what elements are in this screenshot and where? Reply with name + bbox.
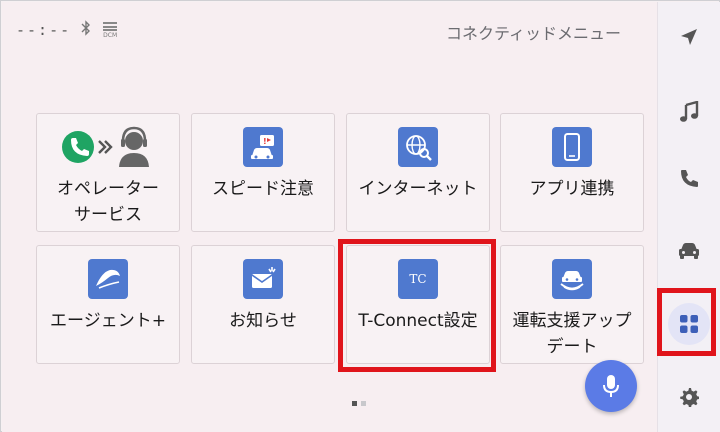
agent-icon [88,259,128,299]
sidebar-item-music[interactable] [669,92,709,132]
sidebar [657,2,720,432]
page-dot [361,401,366,406]
tile-label: アプリ連携 [529,179,615,199]
mail-notification-icon [243,259,283,299]
smartphone-icon [552,127,592,167]
dcm-label: DCM [103,31,118,39]
speed-warning-icon: ! [243,127,283,167]
tile-label: エージェント+ [50,311,166,331]
tile-label: お知らせ [229,311,297,331]
sidebar-item-settings[interactable] [669,377,709,417]
svg-text:!: ! [263,137,267,146]
tile-label: スピード注意 [212,179,314,199]
tile-t-connect-settings[interactable]: TC T-Connect設定 [346,245,490,364]
driving-support-update-icon [552,259,592,299]
bluetooth-icon [81,20,91,40]
page-dot-active [352,401,357,406]
clock: --:-- [16,21,72,39]
internet-globe-icon [398,127,438,167]
sidebar-item-phone[interactable] [669,158,709,198]
car-icon [679,243,699,259]
microphone-icon [603,375,619,397]
tile-agent-plus[interactable]: エージェント+ [36,245,180,364]
main-area: --:-- DCM コネクティッドメニュー オペレーター サービス ! スピード… [2,2,657,432]
page-indicator [352,401,366,406]
tile-driving-support-update[interactable]: 運転支援アップ デート [500,245,644,364]
voice-assistant-button[interactable] [585,360,637,412]
tile-label: オペレーター サービス [57,179,159,225]
navigation-arrow-icon [681,29,697,45]
sidebar-item-navigation[interactable] [669,17,709,57]
apps-grid-icon [680,315,698,333]
head-unit-screen: --:-- DCM コネクティッドメニュー オペレーター サービス ! スピード… [0,0,720,432]
sidebar-item-vehicle[interactable] [669,231,709,271]
tc-logo-icon: TC [398,259,438,299]
music-note-icon [680,101,699,122]
tile-notifications[interactable]: お知らせ [191,245,335,364]
phone-icon [681,170,698,187]
gear-icon [680,388,699,407]
dcm-signal-icon: DCM [101,21,119,39]
tile-label: 運転支援アップ デート [512,311,632,357]
tile-label: インターネット [358,179,478,199]
tc-logo-text: TC [409,272,427,286]
page-title: コネクティッドメニュー [445,24,621,43]
tile-label: T-Connect設定 [358,311,478,331]
tile-speed-warning[interactable]: ! スピード注意 [191,113,335,232]
sidebar-item-apps[interactable] [669,304,709,344]
tile-operator-service[interactable]: オペレーター サービス [36,113,180,232]
tile-app-link[interactable]: アプリ連携 [500,113,644,232]
tile-internet[interactable]: インターネット [346,113,490,232]
operator-headset-icon [58,126,158,168]
status-bar: --:-- DCM [16,20,119,40]
